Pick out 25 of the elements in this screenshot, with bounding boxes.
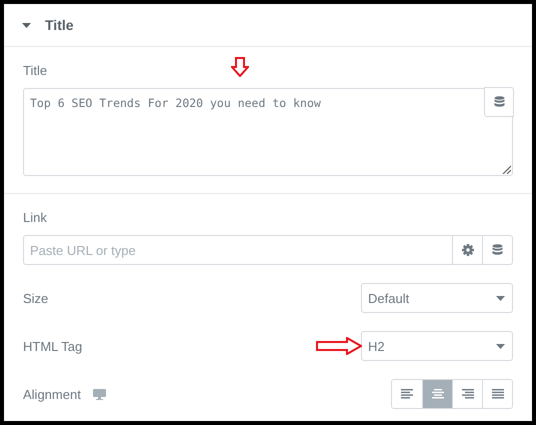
title-text-area[interactable]: Top 6 SEO Trends For 2020 you need to know [23, 88, 513, 176]
select-dropdown[interactable]: Default [361, 283, 513, 313]
alignment-option[interactable] [482, 380, 512, 408]
align-justify-icon [492, 389, 504, 399]
field-label: Title [23, 63, 48, 78]
resize-grip-icon [502, 165, 511, 174]
dynamic-tags-button[interactable] [484, 87, 514, 117]
dynamic-tags-button[interactable] [483, 235, 513, 265]
caret-down-icon[interactable] [22, 20, 31, 30]
section-title: Title [45, 17, 74, 33]
align-right-icon [462, 389, 474, 399]
select-dropdown[interactable]: H2 [361, 331, 513, 361]
database-icon [492, 244, 503, 256]
field-label: Alignment [23, 386, 81, 402]
field-label: HTML Tag [23, 338, 82, 354]
caret-down-icon [496, 296, 505, 300]
database-icon [494, 96, 504, 108]
settings-icon [462, 244, 474, 256]
link-options-button[interactable] [453, 235, 483, 265]
align-left-icon [401, 389, 413, 399]
caret-down-icon [496, 344, 505, 348]
link-input-field[interactable]: Paste URL or type [23, 235, 453, 265]
field-label: Size [23, 290, 48, 306]
field-label: Link [23, 210, 48, 225]
align-center-icon [432, 389, 444, 399]
